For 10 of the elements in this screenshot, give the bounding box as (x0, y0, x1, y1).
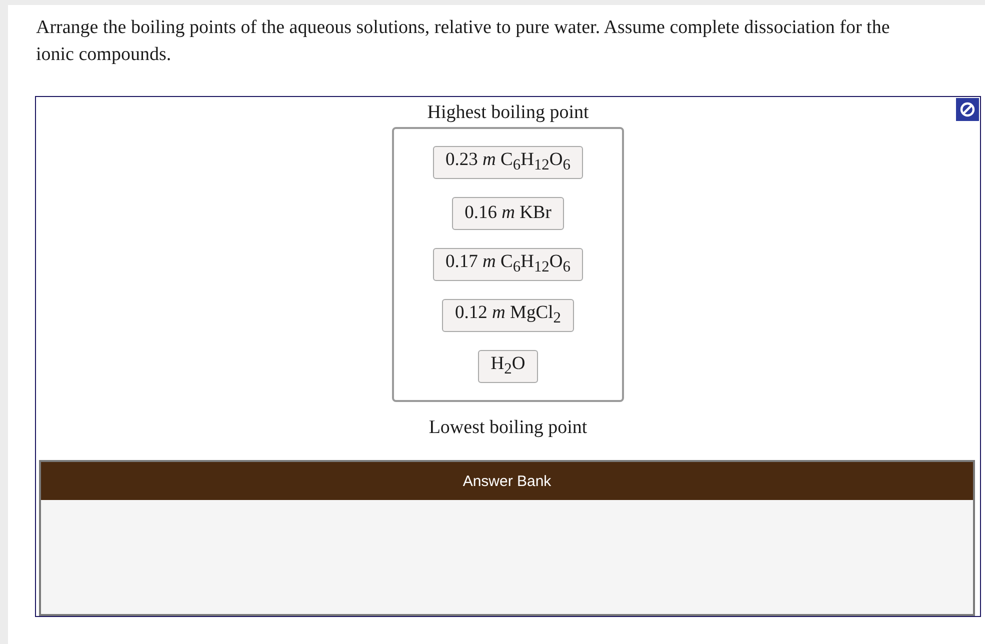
answer-tile[interactable]: 0.16 m KBr (452, 197, 564, 230)
highest-label: Highest boiling point (427, 101, 589, 125)
answer-bank-header: Answer Bank (41, 462, 973, 500)
lowest-label: Lowest boiling point (428, 416, 588, 440)
answer-tile[interactable]: H$_{2}$O (478, 350, 538, 383)
prohibited-icon[interactable] (956, 98, 979, 121)
answer-tile[interactable]: 0.17 m C$_{6}$H$_{12}$O$_{6}$ (432, 248, 584, 281)
answer-tile[interactable]: 0.12 m MgCl$_{2}$ (442, 299, 574, 332)
answer-tile[interactable]: 0.23 m C$_{6}$H$_{12}$O$_{6}$ (432, 146, 584, 179)
question-text: Arrange the boiling points of the aqueous solutions, relative to pure water. Assume complete dissociation for the ionic compounds. (36, 16, 891, 67)
